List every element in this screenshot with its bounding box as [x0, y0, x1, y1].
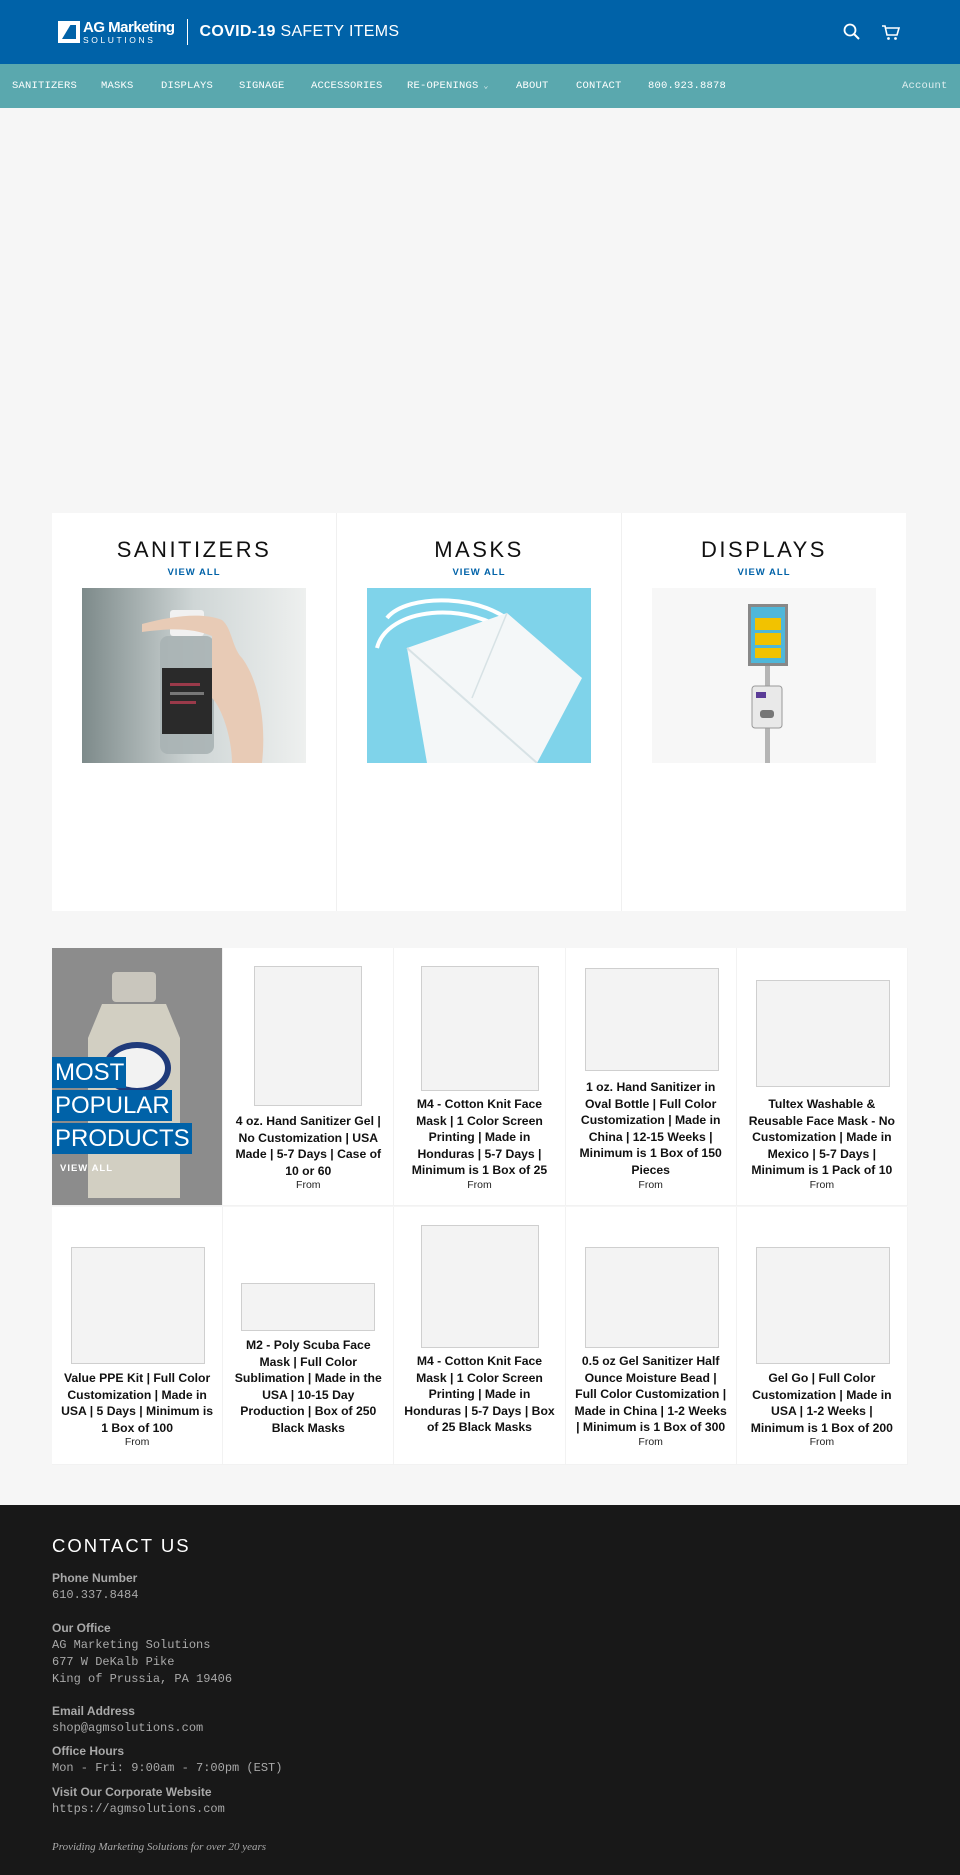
collection-title: SANITIZERS — [116, 537, 272, 562]
collection-displays[interactable]: DISPLAYS VIEW ALL — [622, 513, 906, 911]
product-image[interactable] — [254, 966, 363, 1106]
product-image[interactable] — [755, 980, 890, 1087]
footer-title: CONTACT US — [52, 1535, 191, 1556]
collection-view-all-link[interactable]: VIEW ALL — [337, 567, 621, 578]
chevron-down-icon: ⌄ — [483, 82, 489, 91]
product-price: From — [638, 1436, 663, 1448]
nav-item-phone[interactable]: 800.923.8878 — [648, 64, 726, 108]
product-row: MOST POPULAR PRODUCTS VIEW ALL 4 oz. Han… — [52, 948, 908, 1206]
main-nav: SANITIZERS MASKS DISPLAYS SIGNAGE ACCESS… — [0, 64, 960, 108]
collection-view-all-link[interactable]: VIEW ALL — [52, 567, 336, 578]
corporate-site-link[interactable]: https://agmsolutions.com — [52, 1801, 225, 1818]
nav-item-accessories[interactable]: ACCESSORIES — [311, 64, 383, 108]
collection-title: MASKS — [434, 537, 524, 562]
product-image[interactable] — [71, 1247, 205, 1364]
product-title[interactable]: M4 - Cotton Knit Face Mask | 1 Color Scr… — [402, 1096, 556, 1179]
product-title[interactable]: 1 oz. Hand Sanitizer in Oval Bottle | Fu… — [574, 1079, 728, 1178]
logo-tag-bold: COVID-19 — [199, 23, 276, 40]
product-price: From — [638, 1179, 663, 1191]
cart-icon[interactable] — [881, 22, 901, 42]
product-image[interactable] — [241, 1283, 376, 1331]
product-title[interactable]: 0.5 oz Gel Sanitizer Half Ounce Moisture… — [574, 1353, 728, 1436]
nav-item-sanitizers[interactable]: SANITIZERS — [12, 64, 77, 108]
logo-tagline: COVID-19 SAFETY ITEMS — [200, 23, 400, 41]
collection-masks[interactable]: MASKS VIEW ALL — [337, 513, 622, 911]
logo-tag-rest: SAFETY ITEMS — [280, 23, 400, 40]
product-card[interactable]: M4 - Cotton Knit Face Mask | 1 Color Scr… — [394, 1207, 566, 1465]
product-image[interactable] — [421, 966, 540, 1091]
logo-wordmark: AG Marketing SOLUTIONS — [83, 20, 175, 45]
product-image[interactable] — [584, 968, 719, 1071]
office-line1: AG Marketing Solutions — [52, 1638, 211, 1652]
phone-label: Phone Number — [52, 1571, 138, 1585]
logo-divider — [186, 19, 188, 45]
product-image[interactable] — [584, 1247, 719, 1348]
product-image[interactable] — [755, 1247, 890, 1364]
product-price: From — [809, 1179, 835, 1191]
face-mask-image[interactable] — [367, 588, 591, 764]
product-title[interactable]: Value PPE Kit | Full Color Customization… — [60, 1370, 214, 1436]
email-label: Email Address — [52, 1704, 135, 1718]
sanitizer-display-stand-image[interactable] — [652, 588, 876, 763]
product-image[interactable] — [421, 1225, 540, 1348]
office-hours: Mon - Fri: 9:00am - 7:00pm (EST) — [52, 1761, 283, 1775]
office-line3: King of Prussia, PA 19406 — [52, 1672, 233, 1686]
featured-view-all-link[interactable]: VIEW ALL — [60, 1163, 113, 1174]
logo-line1: AG Marketing — [83, 18, 175, 36]
collection-grid: SANITIZERS VIEW ALL MASKS VIEW ALL DISPL… — [52, 513, 906, 911]
product-card[interactable]: 4 oz. Hand Sanitizer Gel | No Customizat… — [223, 948, 395, 1206]
product-card[interactable]: Value PPE Kit | Full Color Customization… — [52, 1207, 224, 1465]
search-icon[interactable] — [842, 22, 862, 42]
collection-sanitizers[interactable]: SANITIZERS VIEW ALL — [52, 513, 337, 911]
popular-products-grid: MOST POPULAR PRODUCTS VIEW ALL 4 oz. Han… — [52, 948, 908, 1465]
nav-item-contact[interactable]: CONTACT — [576, 64, 622, 108]
product-title[interactable]: Gel Go | Full Color Customization | Made… — [745, 1370, 899, 1436]
nav-item-re-openings-label: RE-OPENINGS — [407, 80, 479, 92]
product-card[interactable]: Gel Go | Full Color Customization | Made… — [736, 1207, 908, 1465]
office-label: Our Office — [52, 1621, 111, 1635]
nav-item-about[interactable]: ABOUT — [516, 64, 549, 108]
product-card[interactable]: M4 - Cotton Knit Face Mask | 1 Color Scr… — [394, 948, 566, 1206]
featured-headline-line2: POPULAR — [52, 1090, 172, 1121]
nav-item-masks[interactable]: MASKS — [101, 64, 134, 108]
collection-title: DISPLAYS — [701, 537, 827, 562]
site-logo[interactable]: AG Marketing SOLUTIONS COVID-19 SAFETY I… — [58, 19, 399, 45]
product-card[interactable]: 0.5 oz Gel Sanitizer Half Ounce Moisture… — [565, 1207, 737, 1465]
logo-line2: SOLUTIONS — [83, 34, 156, 45]
product-price: From — [809, 1436, 835, 1448]
featured-headline-line1: MOST — [52, 1057, 127, 1088]
product-price: From — [467, 1179, 492, 1191]
product-title[interactable]: M4 - Cotton Knit Face Mask | 1 Color Scr… — [402, 1353, 556, 1436]
featured-collection-tile[interactable]: MOST POPULAR PRODUCTS VIEW ALL — [52, 948, 224, 1206]
product-title[interactable]: Tultex Washable & Reusable Face Mask - N… — [745, 1096, 899, 1179]
footer-tagline: Providing Marketing Solutions for over 2… — [52, 1841, 267, 1853]
product-card[interactable]: 1 oz. Hand Sanitizer in Oval Bottle | Fu… — [565, 948, 737, 1206]
corporate-site-label: Visit Our Corporate Website — [52, 1785, 212, 1799]
nav-item-displays[interactable]: DISPLAYS — [161, 64, 213, 108]
office-line2: 677 W DeKalb Pike — [52, 1655, 175, 1669]
nav-item-re-openings[interactable]: RE-OPENINGS ⌄ — [407, 64, 489, 108]
collection-view-all-link[interactable]: VIEW ALL — [622, 567, 906, 578]
nav-item-signage[interactable]: SIGNAGE — [239, 64, 285, 108]
product-title[interactable]: M2 - Poly Scuba Face Mask | Full Color S… — [231, 1337, 385, 1436]
product-title[interactable]: 4 oz. Hand Sanitizer Gel | No Customizat… — [231, 1113, 385, 1179]
product-price: From — [296, 1179, 321, 1191]
logo-mark-icon — [58, 21, 80, 43]
nav-account-link[interactable]: Account — [902, 64, 948, 108]
featured-headline-line3: PRODUCTS — [52, 1123, 192, 1154]
site-header: AG Marketing SOLUTIONS COVID-19 SAFETY I… — [0, 0, 960, 64]
site-footer: CONTACT US Phone Number 610.337.8484 Our… — [0, 1505, 960, 1875]
phone-number[interactable]: 610.337.8484 — [52, 1587, 138, 1604]
product-card[interactable]: M2 - Poly Scuba Face Mask | Full Color S… — [223, 1207, 395, 1465]
hours-label: Office Hours — [52, 1744, 125, 1758]
product-card[interactable]: Tultex Washable & Reusable Face Mask - N… — [736, 948, 908, 1206]
product-price: From — [124, 1436, 150, 1448]
sanitizer-bottle-image[interactable] — [82, 588, 306, 763]
email-link[interactable]: shop@agmsolutions.com — [52, 1720, 203, 1737]
product-row: Value PPE Kit | Full Color Customization… — [52, 1207, 908, 1465]
